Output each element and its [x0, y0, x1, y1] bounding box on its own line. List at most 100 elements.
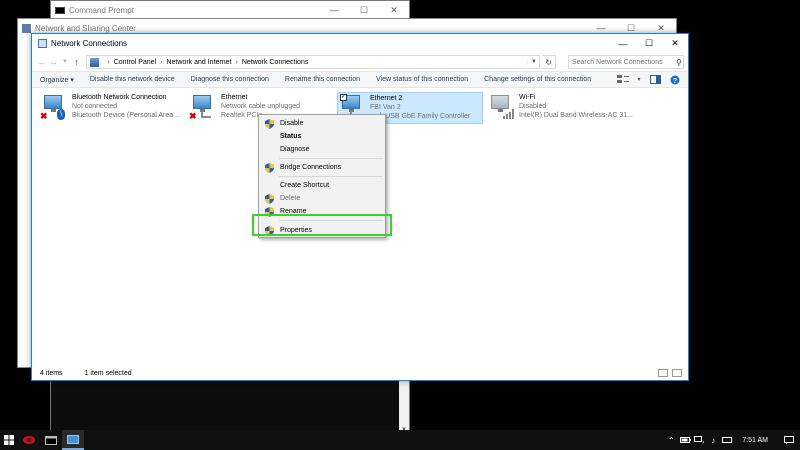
menu-label: Bridge Connections: [280, 164, 342, 171]
cable-icon: [201, 111, 211, 118]
back-arrow-icon[interactable]: ←: [36, 57, 48, 67]
breadcrumb-network-internet[interactable]: Network and Internet: [166, 59, 231, 66]
svg-text:✕: ✕: [702, 440, 704, 444]
search-icon[interactable]: ⚲: [676, 58, 682, 67]
uac-shield-icon: [265, 194, 274, 204]
keyboard-icon[interactable]: [720, 430, 734, 450]
menu-separator: [279, 176, 383, 177]
connection-status: Disabled: [519, 103, 547, 110]
disconnected-x-icon: ✖: [40, 111, 48, 121]
clock[interactable]: 7:51 AM: [742, 437, 768, 444]
maximize-icon[interactable]: ☐: [349, 1, 379, 19]
menu-label: Create Shortcut: [280, 182, 330, 189]
command-bar: Organize ▾ Disable this network device D…: [32, 71, 688, 88]
network-connections-icon: [38, 39, 47, 48]
items-count: 4 items: [40, 369, 63, 377]
connection-name: Bluetooth Network Connection: [72, 94, 167, 101]
connection-item-wifi[interactable]: Wi-Fi Disabled Intel(R) Dual Band Wirele…: [487, 93, 637, 123]
control-panel-icon: [90, 57, 100, 67]
taskbar-app-cmd[interactable]: [40, 430, 62, 450]
address-box[interactable]: › Control Panel › Network and Internet ›…: [86, 55, 541, 69]
breadcrumb-network-connections[interactable]: Network Connections: [242, 59, 309, 66]
network-status-icon[interactable]: ✕: [692, 430, 706, 450]
view-status-button[interactable]: View status of this connection: [376, 76, 468, 83]
connection-item-bluetooth[interactable]: ✖ ∖ Bluetooth Network Connection Not con…: [40, 93, 188, 123]
change-settings-button[interactable]: Change settings of this connection: [484, 76, 591, 83]
connection-device: Intel(R) Dual Band Wireless-AC 31...: [519, 112, 633, 119]
network-center-icon: [22, 23, 31, 33]
close-icon[interactable]: ✕: [379, 1, 409, 19]
cmd-icon: [45, 435, 57, 445]
menu-label: Status: [280, 133, 302, 140]
breadcrumb-control-panel[interactable]: Control Panel: [114, 59, 156, 66]
help-icon[interactable]: ?: [668, 74, 682, 85]
disable-device-button[interactable]: Disable this network device: [90, 76, 175, 83]
address-bar-row: ← → ▼ ↑ › Control Panel › Network and In…: [32, 53, 688, 71]
menu-item-status[interactable]: Status: [259, 130, 385, 143]
network-window-icon: [67, 434, 79, 444]
checkbox-icon[interactable]: ✓: [340, 94, 347, 101]
search-box[interactable]: ⚲: [567, 55, 685, 69]
minimize-icon[interactable]: —: [319, 1, 349, 19]
volume-icon[interactable]: ♪: [706, 430, 720, 450]
taskbar-app-network[interactable]: [62, 430, 84, 450]
nsc-title: Network and Sharing Center: [35, 23, 136, 33]
menu-item-disable[interactable]: Disable: [259, 117, 385, 130]
uac-shield-icon: [265, 119, 274, 129]
connection-status: Not connected: [72, 103, 118, 110]
maximize-button[interactable]: ☐: [636, 34, 662, 53]
search-input[interactable]: [571, 58, 676, 66]
system-tray: ⌃ ✕ ♪ 7:51 AM: [664, 430, 800, 450]
diagnose-button[interactable]: Diagnose this connection: [191, 76, 269, 83]
menu-item-bridge-connections[interactable]: Bridge Connections: [259, 161, 385, 174]
view-dropdown-icon[interactable]: ▼: [636, 74, 642, 85]
status-bar: 4 items 1 item selected: [32, 366, 688, 380]
action-center-icon[interactable]: [778, 430, 800, 450]
taskbar-app-eye[interactable]: [18, 430, 40, 450]
organize-button[interactable]: Organize ▾: [40, 76, 74, 84]
large-icons-view-icon[interactable]: [672, 369, 682, 377]
eye-icon: [23, 436, 35, 444]
crumb-separator-icon[interactable]: ›: [160, 59, 162, 66]
refresh-icon[interactable]: ↻: [542, 55, 556, 69]
menu-label: Diagnose: [280, 146, 310, 153]
selected-count: 1 item selected: [84, 369, 132, 377]
preview-pane-icon[interactable]: [648, 74, 662, 85]
network-adapter-icon: [487, 93, 515, 121]
disconnected-x-icon: ✖: [189, 111, 197, 121]
address-dropdown-icon[interactable]: ▼: [527, 59, 539, 65]
menu-item-diagnose[interactable]: Diagnose: [259, 143, 385, 156]
chevron-up-icon[interactable]: ⌃: [664, 430, 678, 450]
up-arrow-icon[interactable]: ↑: [71, 57, 83, 67]
connection-name: Ethernet: [221, 94, 248, 101]
wifi-signal-icon: [503, 109, 514, 119]
battery-icon[interactable]: [678, 430, 692, 450]
menu-item-create-shortcut[interactable]: Create Shortcut: [259, 179, 385, 192]
svg-text:?: ?: [673, 77, 677, 84]
cmd-icon: [55, 6, 65, 14]
rename-button[interactable]: Rename this connection: [285, 76, 360, 83]
start-button[interactable]: [0, 430, 18, 450]
cmd-titlebar[interactable]: Command Prompt — ☐ ✕: [51, 1, 409, 19]
cmd-title: Command Prompt: [69, 5, 134, 15]
forward-arrow-icon[interactable]: →: [48, 57, 60, 67]
crumb-separator-icon[interactable]: ›: [235, 59, 237, 66]
change-view-icon[interactable]: [616, 74, 630, 85]
properties-highlight: [252, 214, 392, 236]
window-title: Network Connections: [51, 39, 128, 48]
windows-logo-icon: [4, 435, 14, 445]
network-adapter-icon: ✖: [189, 93, 217, 121]
menu-label: Delete: [280, 195, 301, 202]
connection-status: FBI Van 2: [370, 104, 401, 111]
taskbar: ⌃ ✕ ♪ 7:51 AM: [0, 430, 800, 450]
bluetooth-icon: ∖: [57, 109, 65, 120]
uac-shield-icon: [265, 163, 274, 173]
menu-item-delete[interactable]: Delete: [259, 192, 385, 205]
minimize-button[interactable]: —: [610, 34, 636, 53]
close-button[interactable]: ✕: [662, 34, 688, 53]
details-view-icon[interactable]: [658, 369, 668, 377]
crumb-separator-icon[interactable]: ›: [107, 59, 109, 66]
network-adapter-icon: ✖ ∖: [40, 93, 68, 121]
nc-titlebar[interactable]: Network Connections — ☐ ✕: [32, 34, 688, 53]
recent-dropdown-icon[interactable]: ▼: [59, 59, 71, 65]
